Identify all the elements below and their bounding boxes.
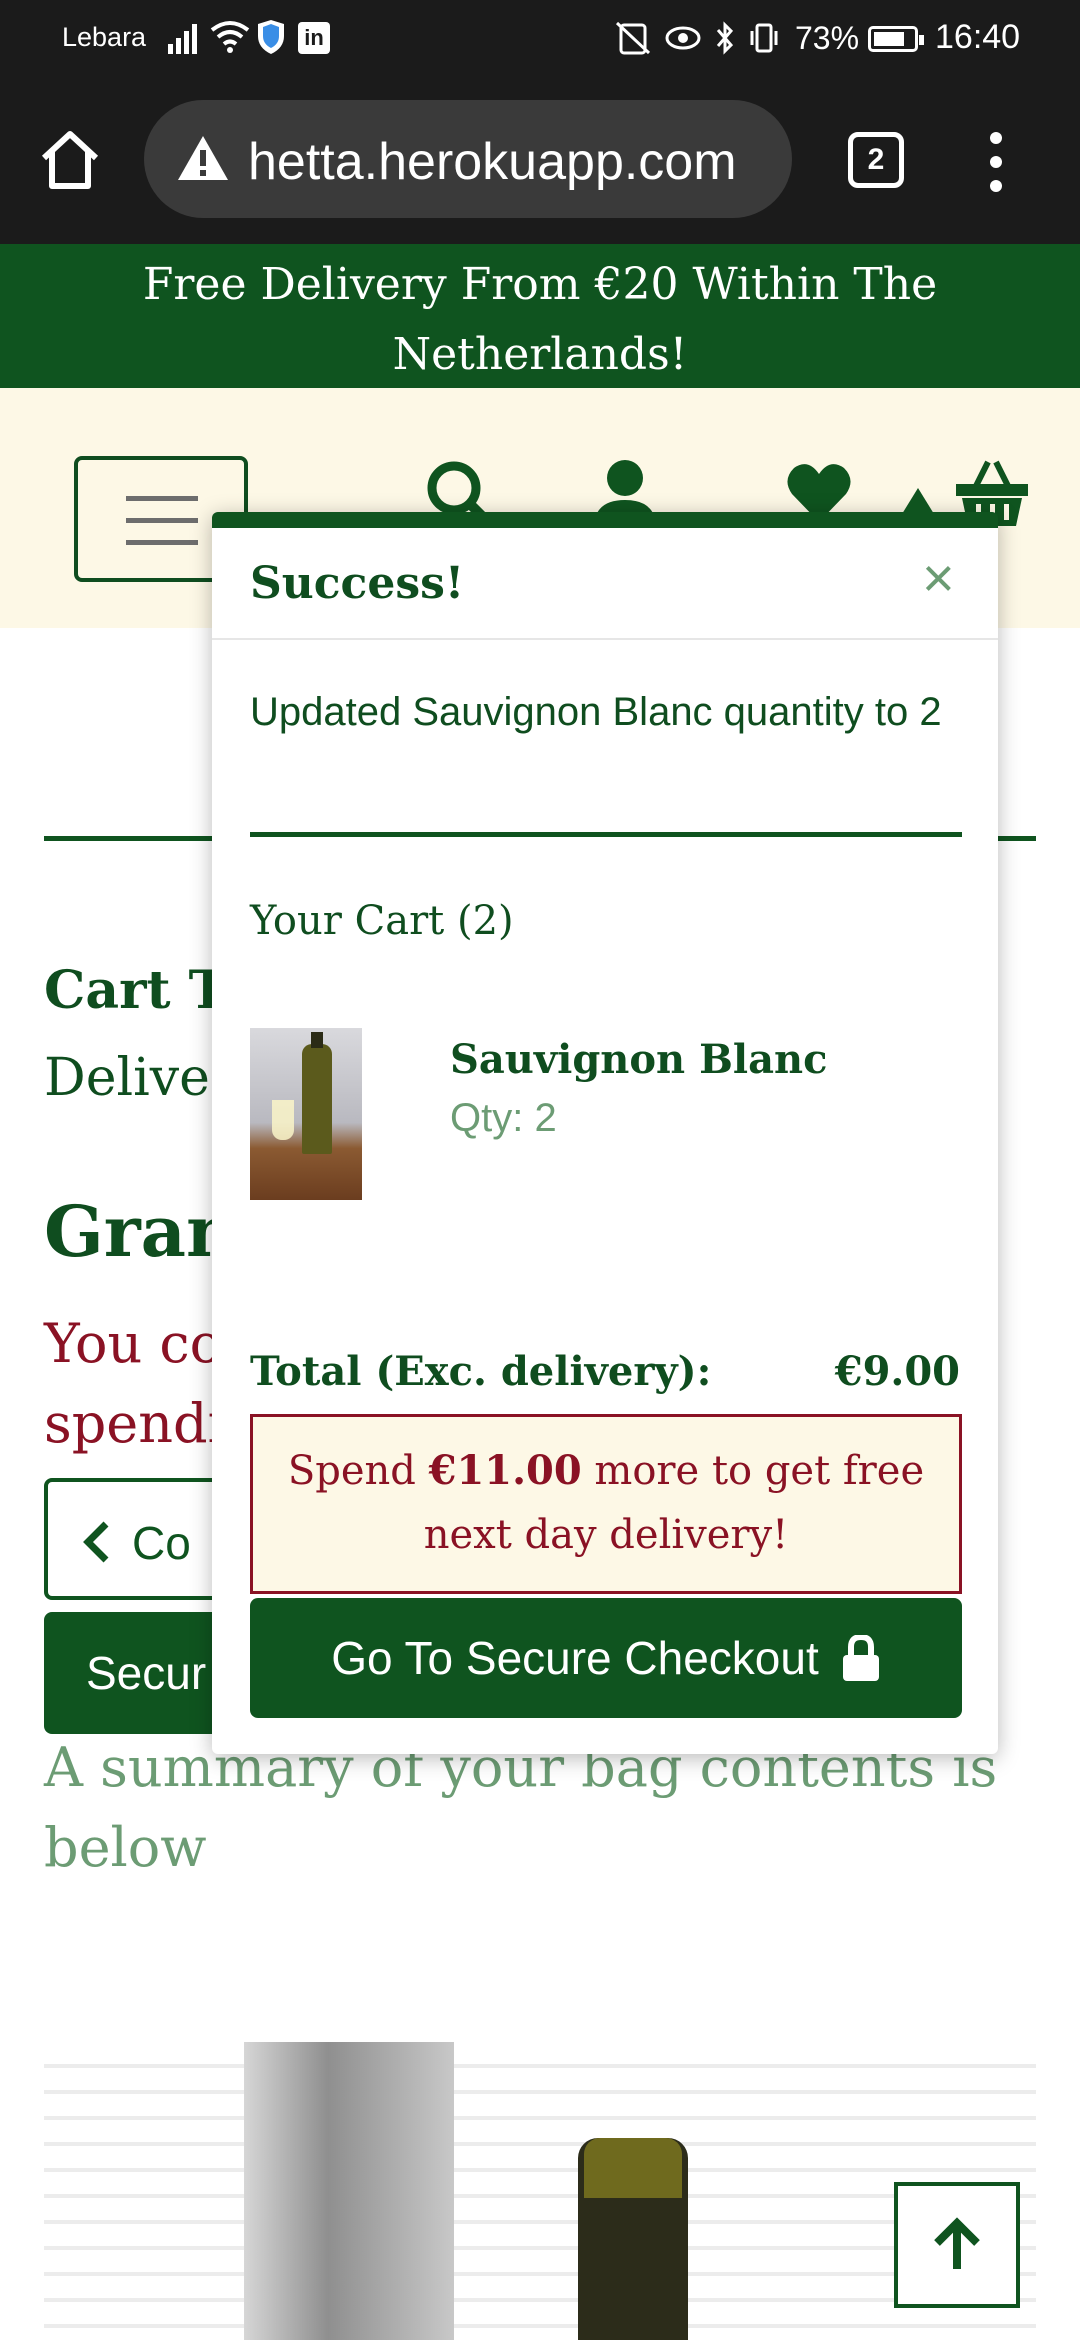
toast-message: Updated Sauvignon Blanc quantity to 2 (250, 690, 942, 734)
product-image (44, 2042, 1036, 2340)
battery-percent: 73% (795, 20, 860, 56)
home-icon[interactable] (38, 128, 102, 192)
free-delivery-notice: You co spendi (44, 1312, 225, 1455)
spend-amount: €11.00 (428, 1447, 582, 1494)
back-to-top-button[interactable] (894, 2182, 1020, 2308)
cart-total-label: Cart T (44, 960, 228, 1021)
no-sim-icon (615, 21, 651, 55)
success-toast: Success! × Updated Sauvignon Blanc quant… (212, 488, 998, 1754)
clock: 16:40 (935, 18, 1021, 56)
shield-icon (258, 20, 284, 54)
lock-icon (842, 1635, 879, 1681)
status-bar: Lebara in 73% 16:40 (0, 0, 1080, 78)
url-text[interactable]: hetta.herokuapp.com (248, 132, 737, 192)
signal-icon (168, 22, 198, 54)
cart-item-image[interactable] (250, 1028, 362, 1200)
continue-shopping-label: Co (132, 1517, 191, 1569)
tabs-icon[interactable]: 2 (848, 132, 904, 188)
eye-icon (665, 26, 701, 50)
linkedin-icon: in (298, 22, 330, 54)
cart-item-name[interactable]: Sauvignon Blanc (450, 1036, 827, 1083)
go-to-checkout-button[interactable]: Go To Secure Checkout (250, 1598, 962, 1718)
overflow-menu-icon[interactable] (984, 132, 1008, 192)
battery-icon (868, 26, 924, 52)
vibrate-icon (750, 23, 778, 53)
browser-toolbar: hetta.herokuapp.com 2 (0, 78, 1080, 244)
system-icons (615, 18, 779, 58)
divider (250, 832, 962, 837)
wifi-icon (210, 21, 250, 53)
total-label: Total (Exc. delivery): (250, 1348, 712, 1395)
warning-icon[interactable] (176, 134, 230, 182)
chevron-left-icon (83, 1521, 109, 1563)
free-delivery-alert: Spend €11.00 more to get free next day d… (250, 1414, 962, 1594)
free-delivery-banner: Free Delivery From €20 Within The Nether… (0, 244, 1080, 388)
arrow-up-icon (934, 2217, 980, 2269)
toast-header: Success! × (212, 528, 998, 640)
close-icon[interactable]: × (922, 550, 955, 606)
delivery-label: Delive (44, 1048, 210, 1108)
bluetooth-icon (716, 21, 734, 55)
checkout-label: Go To Secure Checkout (331, 1632, 819, 1684)
toast-title: Success! (250, 558, 465, 609)
cart-heading: Your Cart (2) (250, 898, 514, 944)
spend-prefix: Spend (287, 1448, 416, 1494)
cart-item-qty: Qty: 2 (450, 1096, 557, 1140)
total-value: €9.00 (834, 1348, 960, 1395)
grand-total-label: Gran (44, 1190, 237, 1273)
secure-checkout-label: Secur (86, 1647, 207, 1699)
carrier-name: Lebara (62, 22, 147, 52)
address-bar[interactable]: hetta.herokuapp.com (144, 100, 792, 218)
toast-caret (902, 488, 934, 514)
